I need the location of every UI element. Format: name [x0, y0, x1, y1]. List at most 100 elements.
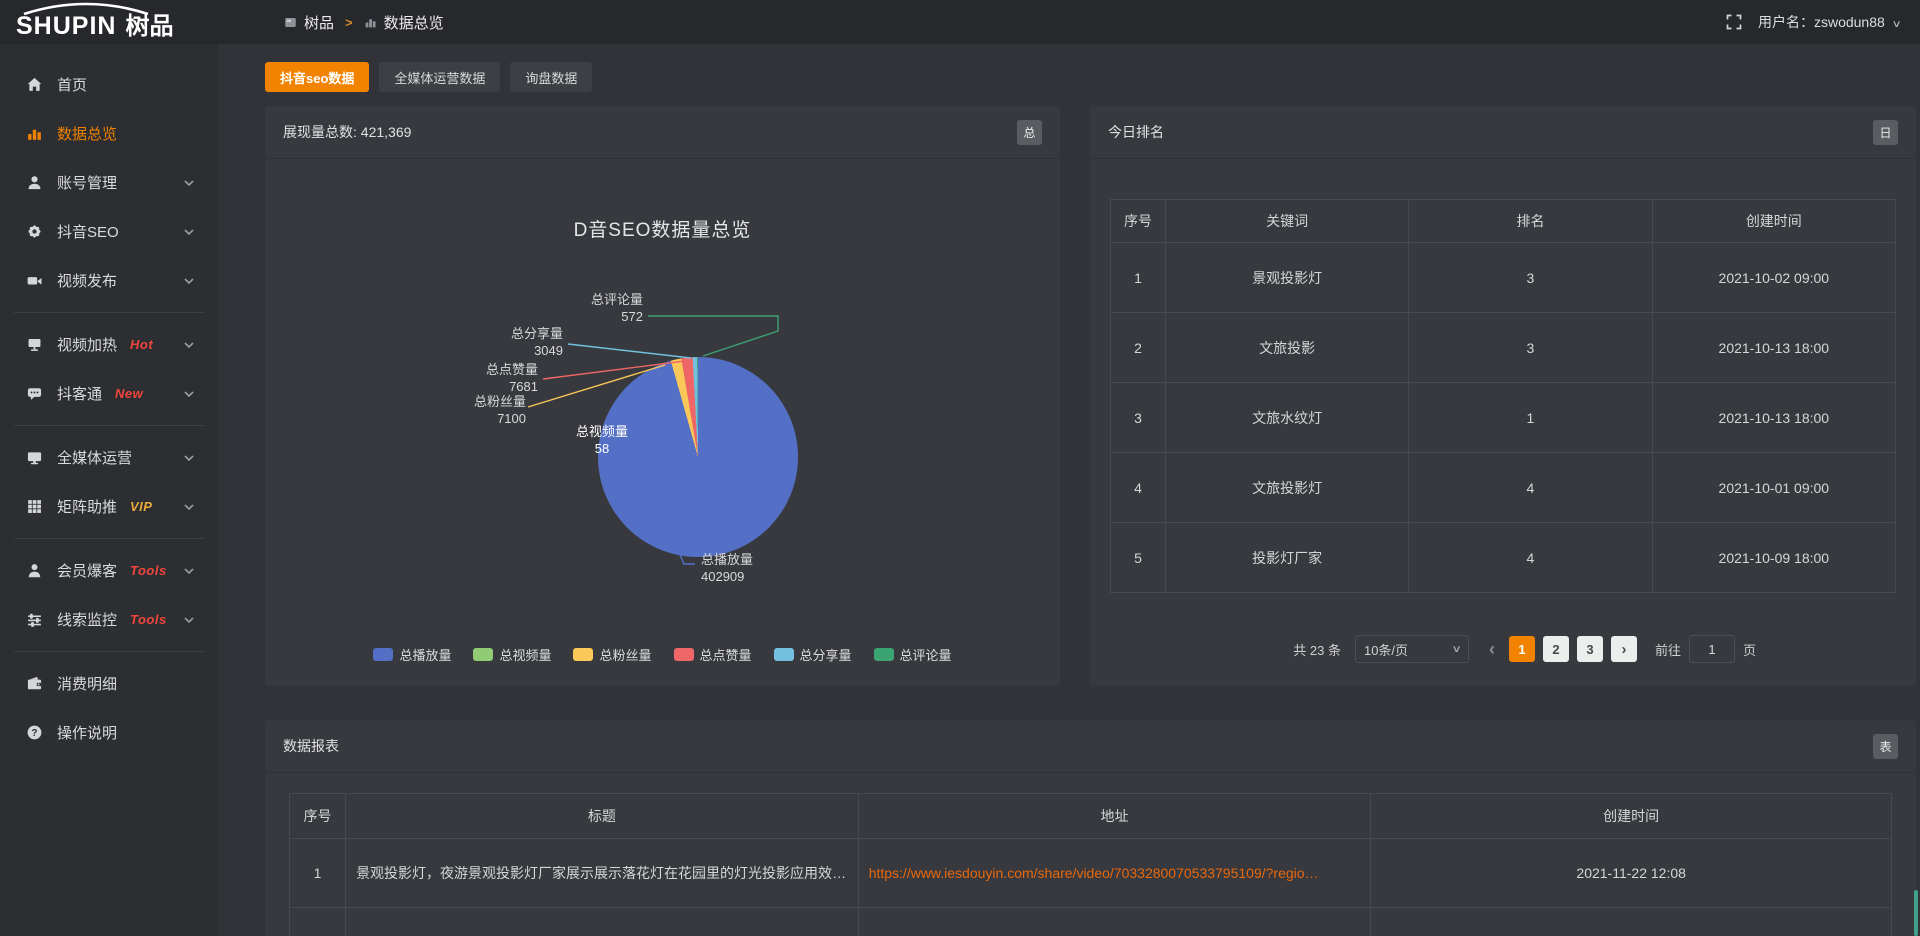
chevron-down-icon — [184, 229, 194, 235]
username-menu[interactable]: 用户名：zswodun88 ∨ — [1758, 12, 1900, 32]
sidebar-item-data-overview[interactable]: 数据总览 — [0, 109, 218, 158]
sidebar-item-label: 线索监控 — [57, 609, 117, 630]
chart-legend: 总播放量 总视频量 总粉丝量 总点赞量 总分享量 总评论量 — [265, 645, 1060, 664]
tools-badge: Tools — [130, 612, 167, 627]
legend-label: 总粉丝量 — [599, 645, 651, 664]
question-circle-icon: ? — [26, 724, 44, 741]
ranking-table: 序号 关键词 排名 创建时间 1 景观投影灯 3 — [1110, 199, 1896, 593]
chat-bubble-icon — [26, 385, 44, 402]
chart-title: D音SEO数据量总览 — [265, 215, 1060, 242]
prev-page-button[interactable]: ‹ — [1483, 639, 1501, 660]
page-button-3[interactable]: 3 — [1577, 636, 1603, 662]
legend-label: 总评论量 — [900, 645, 952, 664]
total-view-button[interactable]: 总 — [1017, 120, 1042, 145]
created-time-cell: 2021-11-22 12:08 — [1371, 839, 1892, 908]
logo-text-en: SHUPIN — [16, 14, 116, 39]
col-rank: 排名 — [1409, 200, 1652, 243]
tab-omnimedia-data[interactable]: 全媒体运营数据 — [379, 62, 500, 92]
breadcrumb-separator: > — [345, 15, 353, 30]
table-view-button[interactable]: 表 — [1873, 734, 1898, 759]
legend-swatch — [774, 648, 794, 661]
legend-item[interactable]: 总点赞量 — [674, 645, 752, 664]
data-report-panel: 数据报表 表 序号 标题 地址 创建时间 — [265, 720, 1916, 936]
pie-label-comments: 总评论量572 — [523, 291, 643, 325]
chevron-down-icon — [184, 504, 194, 510]
legend-item[interactable]: 总播放量 — [373, 645, 451, 664]
user-icon — [26, 174, 44, 191]
chevron-down-icon — [184, 455, 194, 461]
breadcrumb-item-current: 数据总览 — [384, 12, 444, 33]
page-button-1[interactable]: 1 — [1509, 636, 1535, 662]
col-index: 序号 — [290, 794, 346, 839]
data-tabs: 抖音seo数据 全媒体运营数据 询盘数据 — [265, 62, 1916, 92]
legend-item[interactable]: 总视频量 — [473, 645, 551, 664]
grid-icon — [26, 498, 44, 515]
board-icon — [26, 336, 44, 353]
pie-label-videos: 总视频量58 — [560, 423, 644, 457]
scrollbar-thumb[interactable] — [1914, 890, 1918, 936]
page-unit-label: 页 — [1743, 640, 1756, 659]
table-row: 4 文旅投影灯 4 2021-10-01 09:00 — [1111, 453, 1896, 523]
breadcrumb: 树品 > 数据总览 — [284, 12, 444, 33]
tab-douyin-seo-data[interactable]: 抖音seo数据 — [265, 62, 369, 92]
logo: SHUPIN 树品 — [0, 0, 218, 44]
chevron-down-icon — [184, 278, 194, 284]
legend-item[interactable]: 总粉丝量 — [573, 645, 651, 664]
chevron-down-icon — [184, 180, 194, 186]
table-row: 1 景观投影灯，夜游景观投影灯厂家展示展示落花灯在花园里的灯光投影应用效果 # … — [290, 839, 1892, 908]
col-keyword: 关键词 — [1165, 200, 1408, 243]
content-area: 抖音seo数据 全媒体运营数据 询盘数据 展现量总数: 421,369 总 D音… — [218, 44, 1920, 936]
sidebar-item-label: 视频加热 — [57, 334, 117, 355]
sidebar-item-spend-details[interactable]: 消费明细 — [0, 659, 218, 708]
sidebar-item-lead-monitor[interactable]: 线索监控 Tools — [0, 595, 218, 644]
next-page-button[interactable]: › — [1611, 636, 1637, 662]
sidebar-item-help[interactable]: ? 操作说明 — [0, 708, 218, 757]
sidebar-item-douyin-seo[interactable]: 抖音SEO — [0, 207, 218, 256]
video-url-link[interactable]: https://www.iesdouyin.com/share/video/70… — [869, 865, 1319, 881]
sidebar-divider — [14, 538, 204, 539]
new-badge: New — [115, 386, 143, 401]
sidebar-item-member-baoke[interactable]: 会员爆客 Tools — [0, 546, 218, 595]
day-view-button[interactable]: 日 — [1873, 120, 1898, 145]
sidebar-item-douketong[interactable]: 抖客通 New — [0, 369, 218, 418]
col-index: 序号 — [1111, 200, 1166, 243]
page-size-select[interactable]: 10条/页 ∨ — [1355, 635, 1469, 663]
legend-item[interactable]: 总评论量 — [874, 645, 952, 664]
sidebar-item-label: 会员爆客 — [57, 560, 117, 581]
sidebar-item-label: 抖音SEO — [57, 221, 119, 242]
sidebar-item-accounts[interactable]: 账号管理 — [0, 158, 218, 207]
sidebar-item-label: 消费明细 — [57, 673, 117, 694]
tab-inquiry-data[interactable]: 询盘数据 — [510, 62, 592, 92]
sidebar-item-label: 账号管理 — [57, 172, 117, 193]
pie-chart[interactable] — [598, 357, 798, 557]
sidebar-item-label: 矩阵助推 — [57, 496, 117, 517]
app-window: SHUPIN 树品 树品 > 数据总览 用户名：zswodun88 ∨ — [0, 0, 1920, 936]
goto-label: 前往 — [1655, 640, 1681, 659]
page-button-2[interactable]: 2 — [1543, 636, 1569, 662]
video-camera-icon — [26, 272, 44, 289]
wallet-icon — [26, 675, 44, 692]
sidebar-item-label: 数据总览 — [57, 123, 117, 144]
person-icon — [26, 562, 44, 579]
legend-item[interactable]: 总分享量 — [774, 645, 852, 664]
sidebar-item-omnimedia[interactable]: 全媒体运营 — [0, 433, 218, 482]
sidebar-item-video-publish[interactable]: 视频发布 — [0, 256, 218, 305]
sidebar-item-matrix-boost[interactable]: 矩阵助推 VIP — [0, 482, 218, 531]
goto-page-input[interactable] — [1689, 635, 1735, 663]
sidebar-item-label: 抖客通 — [57, 383, 102, 404]
chevron-down-icon — [184, 342, 194, 348]
fullscreen-icon[interactable] — [1726, 14, 1742, 30]
hot-badge: Hot — [130, 337, 153, 352]
sidebar-item-home[interactable]: 首页 — [0, 60, 218, 109]
legend-label: 总视频量 — [499, 645, 551, 664]
sidebar-item-video-heat[interactable]: 视频加热 Hot — [0, 320, 218, 369]
report-table: 序号 标题 地址 创建时间 1 景观投影灯，夜游景观投影灯厂家展示展示落花灯在花… — [289, 793, 1892, 936]
breadcrumb-item-root[interactable]: 树品 — [304, 12, 334, 33]
chevron-down-icon: ∨ — [1891, 19, 1901, 30]
gear-icon — [26, 223, 44, 240]
pie-label-plays: 总播放量402909 — [701, 551, 821, 585]
legend-swatch — [674, 648, 694, 661]
pagination-total: 共 23 条 — [1293, 640, 1341, 659]
logo-text-cn: 树品 — [125, 15, 173, 39]
pie-label-likes: 总点赞量7681 — [418, 361, 538, 395]
